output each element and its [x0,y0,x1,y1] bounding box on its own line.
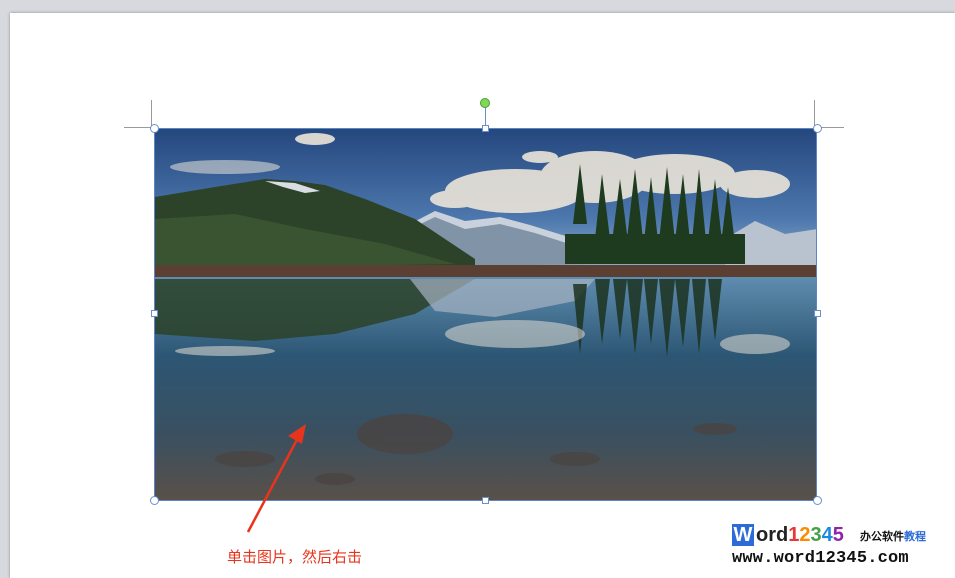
watermark-logo: W ord12345 办公软件教程 www.word12345.com [730,522,950,574]
rotate-handle-icon[interactable] [480,98,490,108]
instruction-caption: 单击图片，然后右击 [227,548,363,566]
resize-handle-bottom[interactable] [482,497,489,504]
resize-handle-top[interactable] [482,125,489,132]
logo-url: www.word12345.com [732,549,909,568]
resize-handle-top-left[interactable] [150,124,159,133]
red-arrow-icon [246,424,306,533]
logo-w-letter: W [732,524,754,546]
resize-handle-bottom-right[interactable] [813,496,822,505]
resize-handle-bottom-left[interactable] [150,496,159,505]
logo-wordmark: ord12345 [756,524,844,546]
resize-handle-right[interactable] [814,310,821,317]
margin-mark-top-left-h [124,127,152,128]
logo-tagline: 办公软件教程 [860,530,926,543]
resize-handle-top-right[interactable] [813,124,822,133]
resize-handle-left[interactable] [151,310,158,317]
